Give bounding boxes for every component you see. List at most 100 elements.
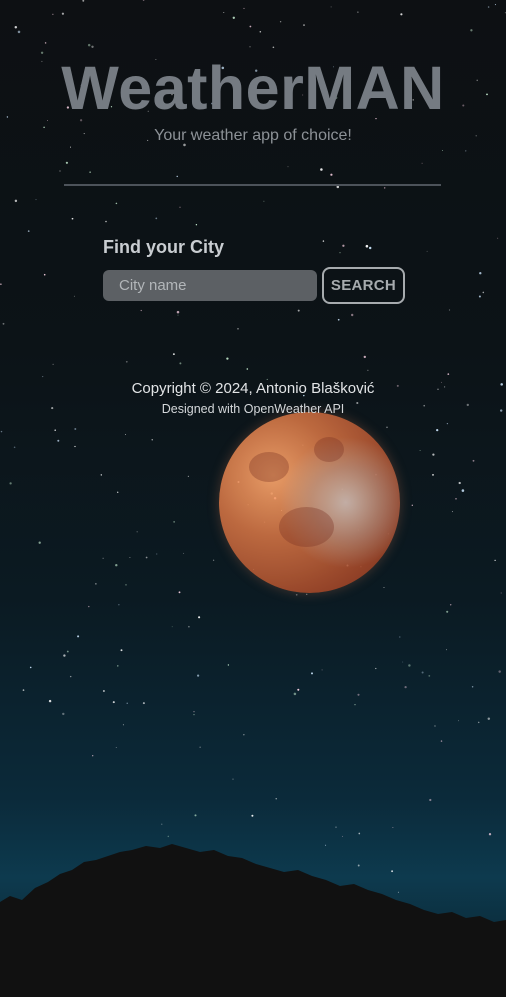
star — [458, 481, 461, 485]
app-title: WeatherMAN — [61, 54, 445, 122]
star — [479, 272, 482, 275]
star — [471, 686, 474, 688]
star — [44, 42, 47, 44]
star — [115, 564, 118, 567]
star — [367, 369, 369, 371]
star — [421, 671, 424, 674]
star — [22, 689, 25, 691]
star — [105, 220, 107, 223]
star — [69, 675, 72, 678]
star — [176, 310, 180, 314]
star — [455, 497, 457, 500]
star — [440, 740, 443, 742]
star — [446, 649, 447, 651]
star — [336, 185, 340, 189]
star — [38, 541, 41, 544]
star — [52, 363, 54, 365]
star — [52, 13, 54, 15]
star — [115, 746, 117, 749]
star — [461, 489, 465, 492]
star — [194, 814, 197, 817]
star — [197, 674, 200, 677]
star — [223, 12, 225, 14]
star — [297, 688, 300, 691]
star — [212, 559, 215, 561]
star — [249, 46, 251, 48]
star — [14, 26, 18, 29]
star — [330, 6, 332, 8]
star — [102, 557, 104, 559]
star — [357, 693, 360, 696]
star — [472, 459, 475, 462]
star — [89, 171, 91, 173]
star — [198, 616, 201, 619]
star — [383, 586, 385, 589]
star — [408, 664, 411, 667]
star — [112, 701, 115, 704]
star — [478, 295, 481, 298]
star — [335, 826, 337, 828]
star — [171, 626, 173, 628]
star — [497, 237, 499, 239]
star — [494, 559, 496, 562]
star — [155, 217, 158, 220]
star — [125, 434, 126, 436]
search-label: Find your City — [103, 237, 224, 257]
star — [62, 712, 65, 716]
star — [421, 162, 423, 164]
search-button[interactable]: SEARCH — [322, 267, 405, 304]
star — [102, 690, 105, 692]
star — [487, 717, 491, 721]
star — [156, 553, 158, 555]
star — [351, 313, 354, 317]
star — [95, 583, 97, 585]
star — [188, 625, 190, 628]
star — [77, 635, 80, 638]
forest-silhouette — [0, 844, 506, 997]
star — [71, 217, 74, 220]
star — [434, 725, 436, 727]
moon-image — [219, 412, 400, 593]
star — [122, 724, 124, 726]
star — [287, 166, 289, 168]
star — [446, 422, 449, 425]
star — [0, 283, 2, 285]
star — [392, 827, 394, 828]
star — [59, 170, 61, 172]
star — [375, 667, 377, 670]
star — [54, 429, 56, 431]
star — [13, 446, 16, 449]
star — [82, 0, 85, 2]
star — [125, 584, 127, 586]
star — [73, 295, 75, 297]
star — [120, 649, 123, 652]
star — [176, 175, 178, 178]
star — [272, 46, 275, 49]
star — [173, 521, 175, 523]
star — [42, 376, 44, 378]
star — [61, 12, 65, 15]
star — [251, 814, 254, 817]
star — [243, 7, 245, 9]
star — [436, 428, 439, 432]
star — [321, 669, 323, 671]
star — [17, 30, 21, 34]
star — [232, 778, 234, 780]
star — [432, 453, 435, 456]
star — [142, 0, 145, 1]
star — [237, 328, 239, 330]
star — [193, 711, 195, 713]
star — [178, 591, 181, 594]
star — [465, 150, 467, 152]
star — [411, 504, 413, 506]
star — [494, 4, 496, 6]
star — [363, 355, 366, 359]
star — [35, 199, 37, 201]
star — [172, 353, 175, 356]
star — [442, 150, 443, 151]
star — [386, 426, 388, 429]
star — [227, 664, 230, 666]
city-search-input[interactable] — [103, 270, 317, 301]
star — [129, 556, 131, 559]
star — [193, 713, 195, 716]
